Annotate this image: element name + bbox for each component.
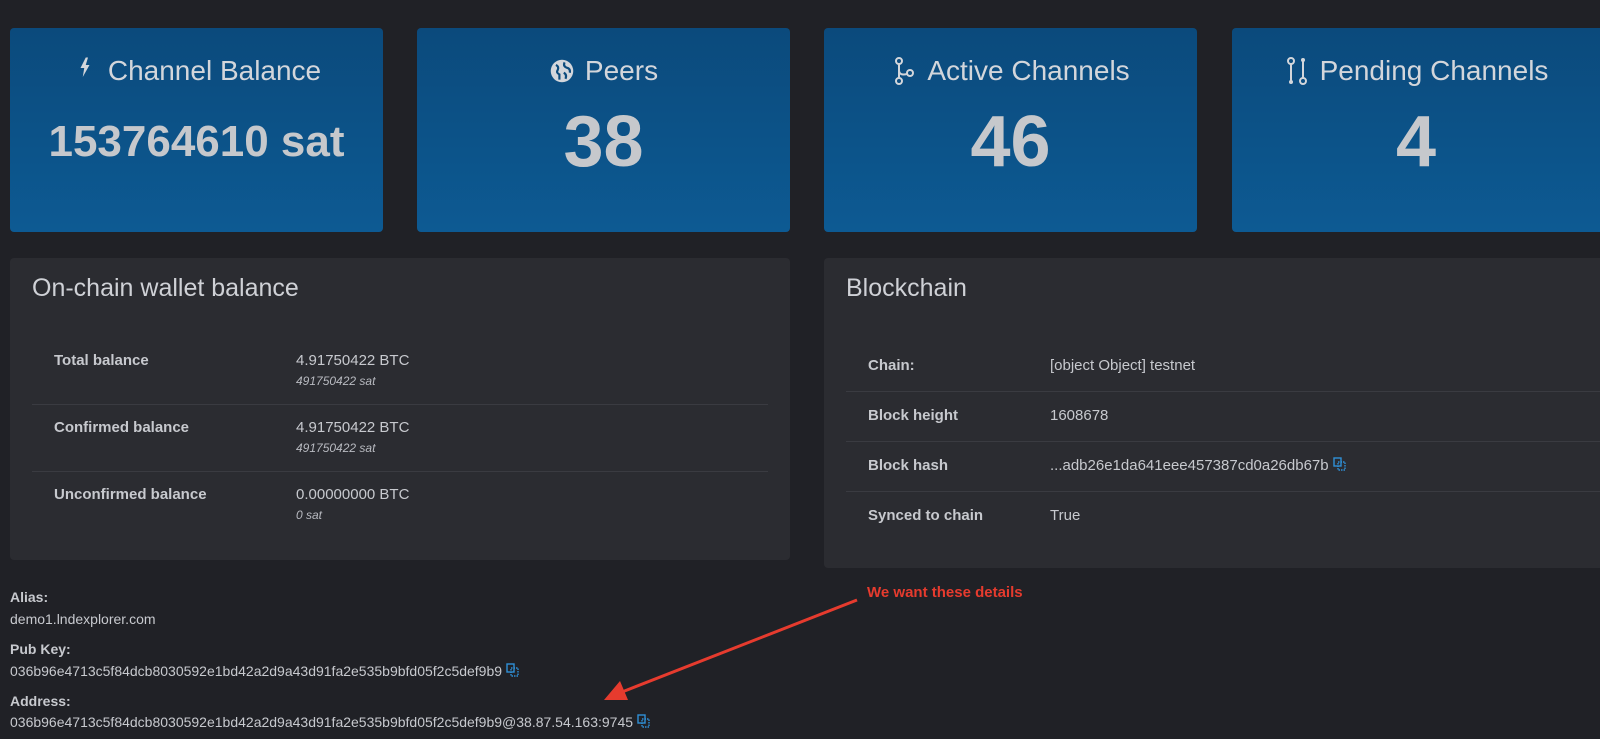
pending-channels-value: 4 [1395,102,1437,182]
globe-icon [549,56,575,86]
synced-value: True [1050,507,1081,524]
block-hash-text: ...adb26e1da641eee457387cd0a26db67b [1050,457,1329,474]
address-text: 036b96e4713c5f84dcb8030592e1bd42a2d9a43d… [10,714,634,730]
stat-title: Channel Balance [10,55,383,87]
stat-card-peers: Peers 38 [417,28,790,232]
blockchain-row-synced: Synced to chain True [846,492,1600,542]
copy-icon[interactable] [506,663,519,677]
stat-card-channel-balance: Channel Balance 153764610 sat [10,28,383,232]
channel-balance-value: 153764610 sat [48,117,345,166]
stat-title: Peers [417,55,790,87]
blockchain-row-chain: Chain: [object Object] testnet [846,342,1600,392]
chain-value: [object Object] testnet [1050,357,1196,374]
wallet-row-total: Total balance 4.91750422 BTC 491750422 s… [32,338,768,405]
pubkey-text: 036b96e4713c5f84dcb8030592e1bd42a2d9a43d… [10,663,503,679]
confirmed-balance-sat: 491750422 sat [296,441,376,455]
pubkey-value: 036b96e4713c5f84dcb8030592e1bd42a2d9a43d… [10,663,519,679]
synced-label: Synced to chain [868,507,984,524]
block-hash-label: Block hash [868,457,949,474]
pubkey-label: Pub Key: [10,641,71,657]
blockchain-row-hash: Block hash ...adb26e1da641eee457387cd0a2… [846,442,1600,492]
total-balance-sat: 491750422 sat [296,374,376,388]
chain-label: Chain: [868,357,915,374]
stat-card-pending-channels: Pending Channels 4 [1232,28,1600,232]
active-channels-value: 46 [970,102,1051,182]
blockchain-row-height: Block height 1608678 [846,392,1600,442]
blockchain-panel: Blockchain Chain: [object Object] testne… [824,258,1600,568]
git-compare-icon [1284,56,1310,86]
annotation-text: We want these details [867,584,1023,601]
lightning-icon [72,56,98,86]
unconfirmed-balance-sat: 0 sat [296,508,323,522]
unconfirmed-balance-btc: 0.00000000 BTC [296,486,410,503]
block-hash-value: ...adb26e1da641eee457387cd0a26db67b [1050,457,1346,474]
git-branch-icon [891,56,917,86]
stat-title: Pending Channels [1232,55,1600,87]
total-balance-btc: 4.91750422 BTC [296,352,410,369]
copy-icon[interactable] [637,714,650,728]
copy-icon[interactable] [1332,457,1346,471]
blockchain-panel-title: Blockchain [846,274,967,302]
wallet-panel: On-chain wallet balance Total balance 4.… [10,258,790,560]
confirmed-balance-btc: 4.91750422 BTC [296,419,410,436]
wallet-row-confirmed: Confirmed balance 4.91750422 BTC 4917504… [32,405,768,472]
address-label: Address: [10,693,71,709]
block-height-label: Block height [868,407,959,424]
address-value: 036b96e4713c5f84dcb8030592e1bd42a2d9a43d… [10,714,650,730]
wallet-row-unconfirmed: Unconfirmed balance 0.00000000 BTC 0 sat [32,472,768,539]
stat-title: Active Channels [824,55,1197,87]
alias-value: demo1.lndexplorer.com [10,611,156,627]
block-height-value: 1608678 [1050,407,1109,424]
confirmed-balance-label: Confirmed balance [54,419,190,436]
stat-card-active-channels: Active Channels 46 [824,28,1197,232]
wallet-panel-title: On-chain wallet balance [32,274,299,302]
total-balance-label: Total balance [54,352,149,369]
unconfirmed-balance-label: Unconfirmed balance [54,486,207,503]
alias-label: Alias: [10,589,49,605]
peers-value: 38 [563,102,644,182]
